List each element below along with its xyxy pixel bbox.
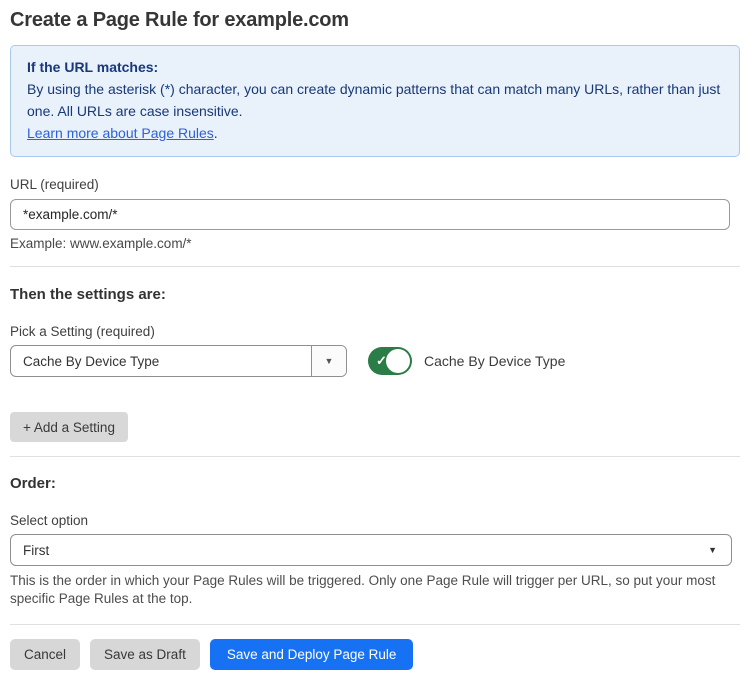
caret-down-icon[interactable]: ▼ — [311, 346, 346, 376]
divider — [10, 266, 740, 267]
divider — [10, 456, 740, 457]
add-setting-button[interactable]: + Add a Setting — [10, 412, 128, 442]
setting-row: Cache By Device Type ▼ ✓ Cache By Device… — [10, 345, 740, 377]
url-input[interactable] — [10, 199, 730, 230]
info-box-body: By using the asterisk (*) character, you… — [27, 78, 723, 122]
caret-down-icon: ▼ — [708, 545, 731, 555]
page-rule-form: Create a Page Rule for example.com If th… — [0, 0, 750, 670]
info-box-link-line: Learn more about Page Rules. — [27, 122, 723, 144]
toggle-knob — [386, 349, 410, 373]
order-select[interactable]: First ▼ — [10, 534, 732, 566]
url-field-label: URL (required) — [10, 177, 740, 193]
save-deploy-button[interactable]: Save and Deploy Page Rule — [210, 639, 414, 670]
url-match-info-box: If the URL matches: By using the asteris… — [10, 45, 740, 157]
info-box-heading: If the URL matches: — [27, 56, 723, 78]
pick-setting-label: Pick a Setting (required) — [10, 324, 740, 340]
order-select-value: First — [11, 543, 708, 558]
order-select-label: Select option — [10, 513, 740, 529]
setting-select-value: Cache By Device Type — [11, 346, 311, 376]
settings-section-heading: Then the settings are: — [10, 285, 740, 304]
setting-select[interactable]: Cache By Device Type ▼ — [10, 345, 347, 377]
toggle-label: Cache By Device Type — [424, 353, 565, 369]
url-example-help: Example: www.example.com/* — [10, 236, 740, 252]
save-draft-button[interactable]: Save as Draft — [90, 639, 200, 670]
link-period: . — [214, 125, 218, 141]
page-title: Create a Page Rule for example.com — [10, 0, 740, 32]
cache-device-toggle[interactable]: ✓ — [368, 347, 412, 375]
learn-more-link[interactable]: Learn more about Page Rules — [27, 125, 214, 141]
order-section-heading: Order: — [10, 474, 740, 493]
divider — [10, 624, 740, 625]
footer-button-bar: Cancel Save as Draft Save and Deploy Pag… — [10, 639, 740, 670]
cancel-button[interactable]: Cancel — [10, 639, 80, 670]
order-help-text: This is the order in which your Page Rul… — [10, 572, 724, 608]
setting-toggle-group: ✓ Cache By Device Type — [368, 347, 565, 375]
